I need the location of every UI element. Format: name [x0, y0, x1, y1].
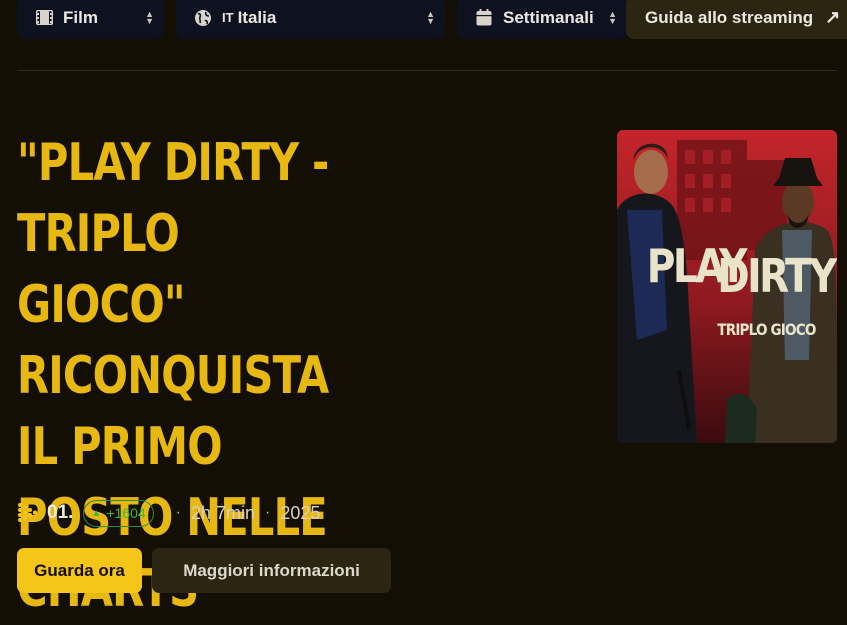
chevron-updown-icon: ▲ ▼ [608, 8, 617, 26]
chevron-updown-icon: ▲ ▼ [145, 8, 154, 26]
duration: 2h 7min [190, 502, 256, 523]
separator-dot: · [175, 504, 181, 521]
rank-change-value: +1604 [106, 505, 146, 521]
period-select[interactable]: Settimanali ▲ ▼ [457, 0, 627, 39]
period-select-label: Settimanali [503, 7, 594, 27]
globe-icon [194, 9, 212, 27]
country-select-label: Italia [237, 7, 277, 27]
arrow-up-icon: ▲ [91, 507, 102, 519]
divider [17, 70, 837, 71]
flag-icon: IT [222, 10, 234, 25]
type-select[interactable]: Film ▲ ▼ [17, 0, 164, 39]
watch-now-button[interactable]: Guarda ora [17, 548, 142, 593]
separator-dot: · [265, 504, 271, 521]
chevron-updown-icon: ▲ ▼ [426, 8, 435, 26]
release-year: 2025 [280, 502, 321, 523]
streaming-guide-label: Guida allo streaming [645, 7, 814, 27]
filter-bar: Film ▲ ▼ IT Italia ▲ ▼ Settimanali ▲ ▼ Guid… [0, 0, 847, 40]
poster-subtitle: TRIPLO GIOCO [717, 321, 816, 339]
country-select[interactable]: IT Italia ▲ ▼ [176, 0, 445, 39]
movie-poster[interactable]: PLAY DIRTY TRIPLO GIOCO [617, 130, 837, 443]
more-info-button[interactable]: Maggiori informazioni [152, 548, 391, 593]
rank-change-badge: ▲ +1604 [83, 499, 154, 527]
calendar-icon [475, 9, 493, 27]
rank-play-icon [18, 503, 37, 522]
film-icon [35, 9, 53, 27]
title-meta: 01. ▲ +1604 · 2h 7min · 2025 [17, 498, 320, 528]
streaming-guide-button[interactable]: Guida allo streaming ↗ [626, 0, 847, 39]
poster-title-line2: DIRTY [717, 250, 837, 304]
type-select-label: Film [63, 7, 98, 27]
rank-number: 01. [47, 502, 74, 523]
arrow-up-right-icon: ↗ [825, 7, 841, 27]
